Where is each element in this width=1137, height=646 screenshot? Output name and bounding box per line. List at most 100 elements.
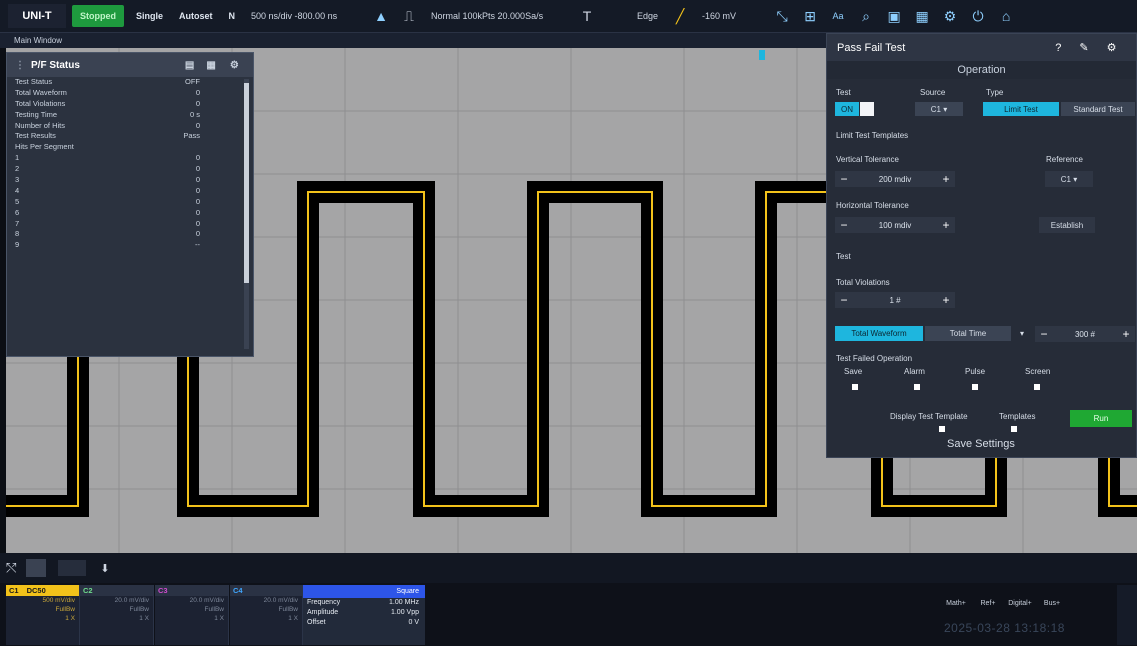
auto-measure-icon[interactable]: Aa (824, 4, 852, 28)
pulse-icon: ⎍ (404, 7, 414, 24)
measure-icon[interactable]: ⊞ (796, 4, 824, 28)
cursor-icon[interactable]: ⤡ (768, 4, 796, 28)
pf-status-label: Hits Per Segment (15, 142, 74, 152)
generator-panel[interactable]: Square Frequency 1.00 MHz Amplitude 1.00 Vp… (303, 585, 425, 645)
trigger-level[interactable]: -160 mV (694, 5, 744, 27)
pf-status-row: 9 -- (7, 240, 253, 251)
single-button[interactable]: Single (128, 5, 171, 27)
channel-3-panel[interactable]: C3 20.0 mV/div FullBw 1 X (155, 585, 229, 645)
power-icon[interactable]: ⏻ (964, 4, 992, 28)
pf-status-label: Testing Time (15, 109, 58, 119)
decrement-button[interactable]: − (835, 172, 853, 186)
tab-operation[interactable]: Operation (827, 61, 1136, 79)
digital-add-button[interactable]: Digital+ (1004, 600, 1036, 607)
bus-add-button[interactable]: Bus+ (1036, 600, 1068, 607)
increment-button[interactable]: + (1117, 327, 1135, 341)
reference-label: Reference (1046, 155, 1083, 164)
test-on-toggle[interactable]: ON (835, 102, 859, 116)
reference-select[interactable]: C1 ▾ (1045, 171, 1093, 187)
run-button[interactable]: Run (1070, 410, 1132, 427)
channel-2-panel[interactable]: C2 20.0 mV/div FullBw 1 X (80, 585, 154, 645)
channel-1-panel[interactable]: C1 DC50 500 mV/div FullBw 1 X (6, 585, 80, 645)
channel-scale: 500 mV/div (42, 597, 75, 604)
total-waveform-value: 300 # (1074, 329, 1096, 339)
screen-option-label: Screen (1025, 367, 1051, 376)
math-add-button[interactable]: Math+ (940, 600, 972, 607)
source-value: C1 (930, 104, 941, 114)
display-template-checkbox[interactable] (939, 426, 945, 432)
standard-test-button[interactable]: Standard Test (1061, 102, 1135, 116)
pf-status-label: 3 (15, 175, 20, 185)
decrement-button[interactable]: − (835, 293, 853, 307)
pf-status-row: Test Status OFF (7, 77, 253, 88)
display-template-label: Display Test Template (890, 412, 968, 421)
drag-handle-icon[interactable]: ⋮ (15, 60, 25, 71)
channel-bw: FullBw (278, 606, 298, 613)
expand-icon[interactable]: ⤲ (6, 560, 16, 576)
grid-icon[interactable]: ▦ (206, 60, 215, 71)
ref-add-button[interactable]: Ref+ (972, 600, 1004, 607)
pf-status-row: 70 (7, 219, 253, 230)
screen-checkbox[interactable] (1034, 384, 1040, 390)
save-icon[interactable]: ▣ (880, 4, 908, 28)
decrement-button[interactable]: − (835, 218, 853, 232)
increment-button[interactable]: + (937, 293, 955, 307)
channel-name: C3 (158, 586, 168, 595)
dropdown-arrow-icon[interactable]: ▾ (1020, 329, 1024, 338)
pulse-checkbox[interactable] (972, 384, 978, 390)
search-icon[interactable]: ⌕ (852, 4, 880, 28)
trigger-type[interactable]: Edge (629, 5, 666, 27)
pf-status-row: Test Results Pass (7, 131, 253, 142)
pf-status-value: 0 (195, 229, 200, 239)
test-off-toggle[interactable] (860, 102, 874, 116)
channel-4-panel[interactable]: C4 20.0 mV/div FullBw 1 X (230, 585, 303, 645)
rising-edge-icon: ╱ (675, 7, 685, 24)
channel-probe: 1 X (214, 615, 224, 622)
display-icon[interactable]: ▦ (908, 4, 936, 28)
utility-icon[interactable]: ⚙ (936, 4, 964, 28)
run-stop-button[interactable]: Stopped (72, 5, 124, 27)
pf-status-row: Testing Time 0 s (7, 110, 253, 121)
pf-status-value: 0 (195, 196, 200, 206)
side-panel-handle[interactable] (1117, 585, 1137, 645)
export-icon[interactable]: ▤ (185, 60, 194, 71)
save-settings-button[interactable]: Save Settings (947, 438, 1015, 450)
total-waveform-stepper[interactable]: − 300 # + (1035, 326, 1135, 342)
channel-header: C2 (80, 585, 153, 596)
marker-icon[interactable]: ⬇ (100, 562, 109, 575)
pf-status-row: 40 (7, 186, 253, 197)
pin-icon[interactable]: ✎ (1079, 41, 1088, 54)
home-icon[interactable]: ⌂ (992, 4, 1020, 28)
save-checkbox[interactable] (852, 384, 858, 390)
increment-button[interactable]: + (937, 218, 955, 232)
templates-checkbox[interactable] (1011, 426, 1017, 432)
failed-operation-label: Test Failed Operation (836, 354, 913, 363)
pf-status-header[interactable]: ⋮ P/F Status ▤ ▦ ⚙ (7, 53, 253, 77)
establish-button[interactable]: Establish (1039, 217, 1095, 233)
channel-menu-icon[interactable] (26, 559, 47, 577)
autoset-button[interactable]: Autoset (171, 5, 221, 27)
decrement-button[interactable]: − (1035, 327, 1053, 341)
help-icon[interactable]: ? (1055, 42, 1061, 54)
channel-header: C1 DC50 (6, 585, 79, 596)
total-time-button[interactable]: Total Time (925, 326, 1011, 341)
source-select[interactable]: C1 ▾ (915, 102, 963, 116)
function-icon[interactable] (58, 560, 87, 576)
horizontal-tolerance-stepper[interactable]: − 100 mdiv + (835, 217, 955, 233)
total-violations-stepper[interactable]: − 1 # + (835, 292, 955, 308)
limit-test-button[interactable]: Limit Test (983, 102, 1059, 116)
pf-status-window[interactable]: ⋮ P/F Status ▤ ▦ ⚙ Test Status OFF Total W… (6, 52, 254, 357)
acquisition-readout[interactable]: Normal 100kPts 20.000Sa/s (423, 5, 573, 27)
total-waveform-button[interactable]: Total Waveform (835, 326, 923, 341)
increment-button[interactable]: + (937, 172, 955, 186)
settings-icon[interactable]: ⚙ (1107, 41, 1117, 54)
timebase-readout[interactable]: 500 ns/div -800.00 ns (243, 5, 367, 27)
scrollbar-thumb[interactable] (244, 83, 249, 283)
generator-value: 1.00 MHz (389, 599, 419, 606)
vertical-tolerance-stepper[interactable]: − 200 mdiv + (835, 171, 955, 187)
acquire-mode-indicator[interactable]: N (221, 5, 244, 27)
alarm-checkbox[interactable] (914, 384, 920, 390)
generator-rows: Frequency 1.00 MHz Amplitude 1.00 Vpp Offset… (303, 598, 425, 628)
settings-icon[interactable]: ⚙ (230, 60, 239, 71)
trigger-position-icon[interactable]: ▲ (367, 4, 395, 28)
